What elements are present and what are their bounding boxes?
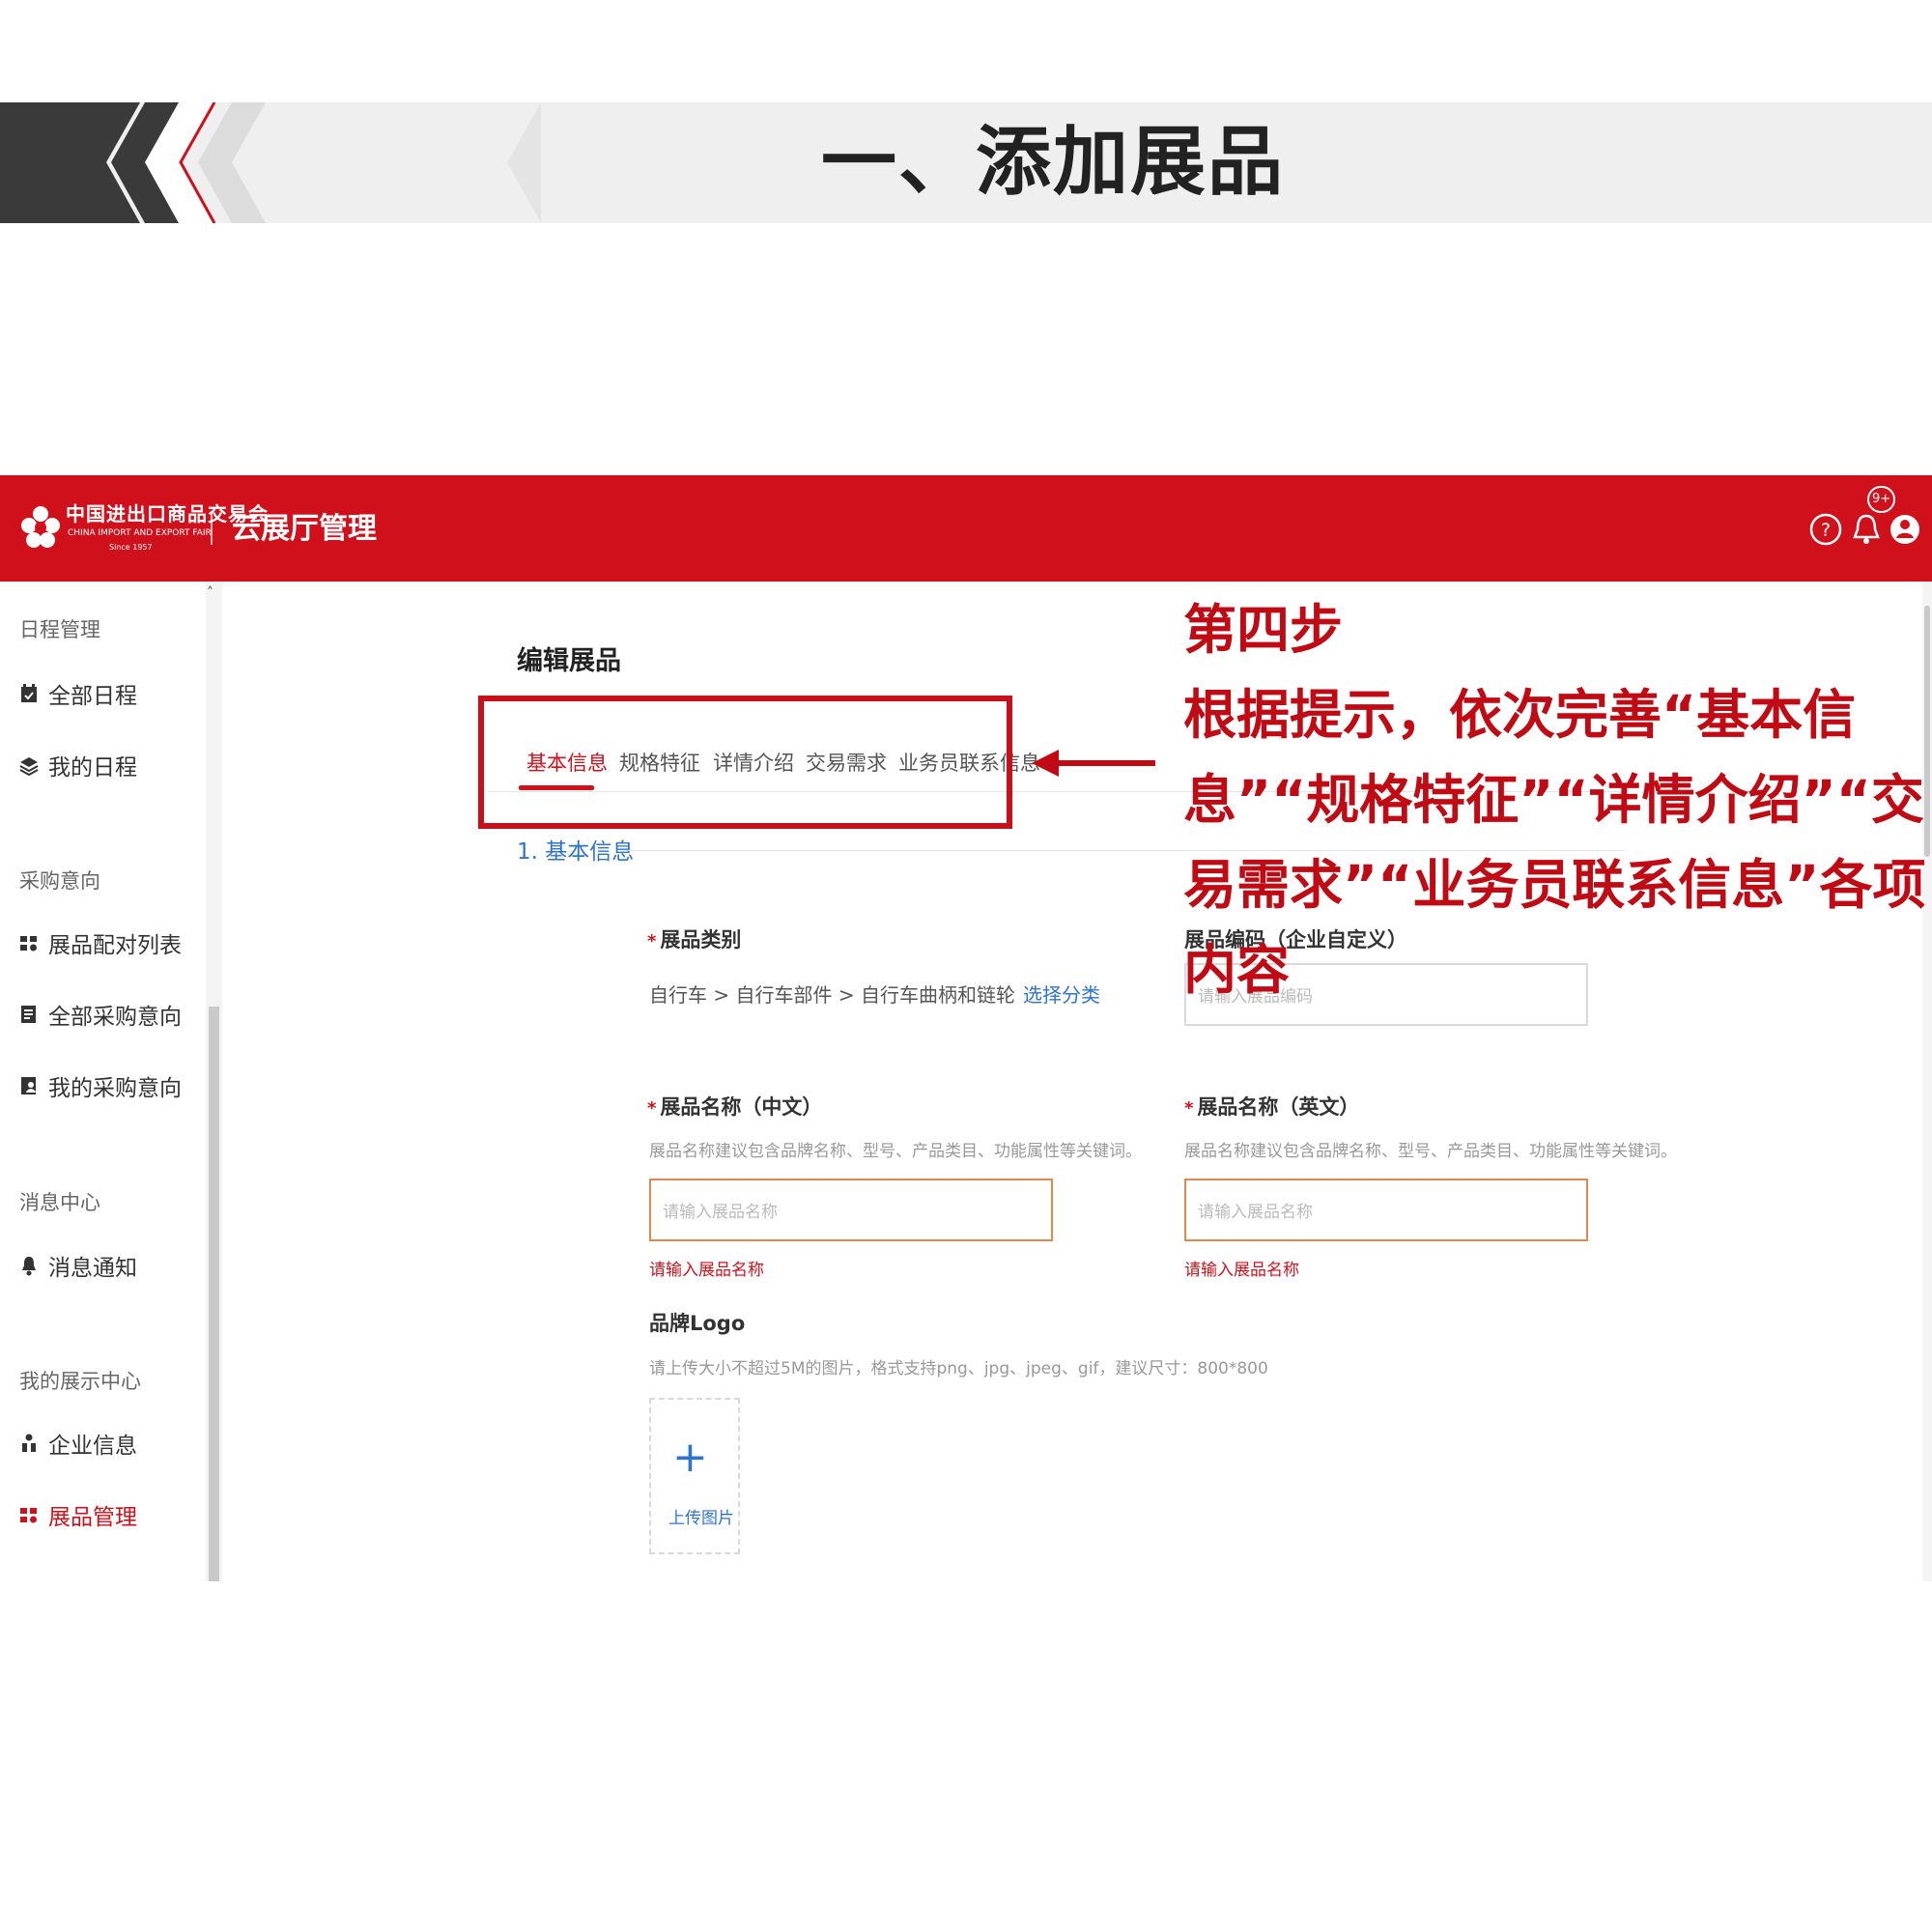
user-icon[interactable] [1886, 510, 1924, 549]
category-label: * 展品类别 [647, 928, 742, 952]
scroll-up-icon[interactable]: ˄ [207, 585, 213, 601]
sidebar-item-label: 我的采购意向 [48, 1076, 182, 1101]
tabs-highlight-box [478, 696, 1012, 829]
arrow-left-icon [1032, 750, 1155, 777]
sidebar-item-all-purchase[interactable]: 全部采购意向 [19, 999, 182, 1030]
name-en-label: * 展品名称（英文） [1184, 1095, 1360, 1119]
brand-logo-label: 品牌Logo [649, 1312, 746, 1335]
org-icon [22, 1434, 36, 1452]
grid-match-icon [20, 936, 37, 952]
name-cn-hint: 展品名称建议包含品牌名称、型号、产品类目、功能属性等关键词。 [649, 1142, 1142, 1161]
sidebar-scrollbar[interactable] [206, 582, 222, 1581]
plus-icon: + [672, 1433, 708, 1482]
sidebar-item-label: 全部日程 [48, 684, 137, 709]
required-mark: * [647, 1098, 657, 1119]
category-value: 自行车 > 自行车部件 > 自行车曲柄和链轮 选择分类 [649, 980, 1100, 1008]
logo-since: Since 1957 [109, 543, 153, 552]
slide-header-banner: 一、添加展品 [0, 102, 1932, 223]
category-path: 自行车 > 自行车部件 > 自行车曲柄和链轮 [649, 983, 1015, 1007]
sidebar-item-label: 消息通知 [48, 1256, 137, 1281]
sidebar-item-exhibit-management[interactable]: 展品管理 [19, 1499, 137, 1530]
brand-logo-hint: 请上传大小不超过5M的图片，格式支持png、jpg、jpeg、gif，建议尺寸：… [649, 1359, 1268, 1378]
notification-badge: 9+ [1867, 486, 1896, 513]
sidebar-item-label: 展品管理 [48, 1505, 137, 1530]
canton-fair-logo-icon [21, 506, 60, 548]
upload-image-button[interactable]: + 上传图片 [649, 1398, 740, 1554]
sidebar-group-showroom: 我的展示中心 [19, 1370, 141, 1393]
sidebar-item-company-info[interactable]: 企业信息 [19, 1428, 137, 1459]
sidebar-item-label: 企业信息 [48, 1434, 137, 1459]
sidebar-item-label: 全部采购意向 [48, 1005, 182, 1030]
annotation-step: 第四步 [1183, 599, 1344, 661]
sidebar-scrollbar-thumb[interactable] [209, 1007, 219, 1581]
top-bar: 中国进出口商品交易会 CHINA IMPORT AND EXPORT FAIR … [0, 475, 1932, 582]
name-cn-label: * 展品名称（中文） [647, 1095, 823, 1119]
chevron-decoration [0, 102, 541, 223]
sidebar-item-match-list[interactable]: 展品配对列表 [19, 927, 182, 958]
slide-title: 一、添加展品 [821, 119, 1286, 206]
logo-name-en: CHINA IMPORT AND EXPORT FAIR [68, 528, 212, 538]
topbar-divider [211, 512, 213, 545]
list-doc-icon [21, 1006, 36, 1023]
name-cn-error: 请输入展品名称 [649, 1261, 764, 1280]
required-mark: * [1184, 1098, 1194, 1119]
bell-icon [22, 1257, 36, 1276]
required-mark: * [647, 931, 657, 952]
sidebar-item-all-schedule[interactable]: 全部日程 [19, 678, 137, 709]
doc-user-icon [21, 1077, 36, 1094]
name-en-error: 请输入展品名称 [1184, 1261, 1299, 1280]
section-title: 1. 基本信息 [517, 839, 635, 865]
sidebar-group-schedule: 日程管理 [19, 618, 100, 641]
help-icon[interactable]: ? [1806, 510, 1845, 549]
annotation-text: 根据提示，依次完善“基本信息”“规格特征”“详情介绍”“交易需求”“业务员联系信… [1183, 684, 1926, 1001]
sidebar-item-label: 我的日程 [48, 755, 137, 781]
sidebar-item-my-schedule[interactable]: 我的日程 [19, 750, 137, 781]
svg-text:?: ? [1821, 520, 1831, 541]
grid-match-icon [20, 1508, 37, 1523]
bell-icon[interactable] [1847, 510, 1886, 549]
sidebar-item-label: 展品配对列表 [48, 933, 182, 958]
upload-image-label: 上传图片 [668, 1509, 734, 1528]
app-title: 云展厅管理 [232, 512, 377, 546]
name-cn-input[interactable]: 请输入展品名称 [649, 1179, 1053, 1241]
layers-icon [19, 757, 39, 776]
sidebar-item-notifications[interactable]: 消息通知 [19, 1250, 137, 1281]
sidebar-item-my-purchase[interactable]: 我的采购意向 [19, 1070, 182, 1101]
select-category-link[interactable]: 选择分类 [1023, 983, 1100, 1007]
instruction-annotation: 第四步 根据提示，依次完善“基本信息”“规格特征”“详情介绍”“交易需求”“业务… [1183, 587, 1927, 1012]
page-heading: 编辑展品 [517, 646, 621, 676]
name-en-hint: 展品名称建议包含品牌名称、型号、产品类目、功能属性等关键词。 [1184, 1142, 1677, 1161]
calendar-check-icon [21, 684, 37, 702]
sidebar-group-purchase: 采购意向 [19, 869, 100, 893]
sidebar-group-messages: 消息中心 [19, 1191, 100, 1214]
name-en-input[interactable]: 请输入展品名称 [1184, 1179, 1588, 1241]
sidebar: 日程管理 全部日程 我的日程 采购意向 展品配对列表 全部采购意向 我的采购意向… [0, 582, 222, 1581]
